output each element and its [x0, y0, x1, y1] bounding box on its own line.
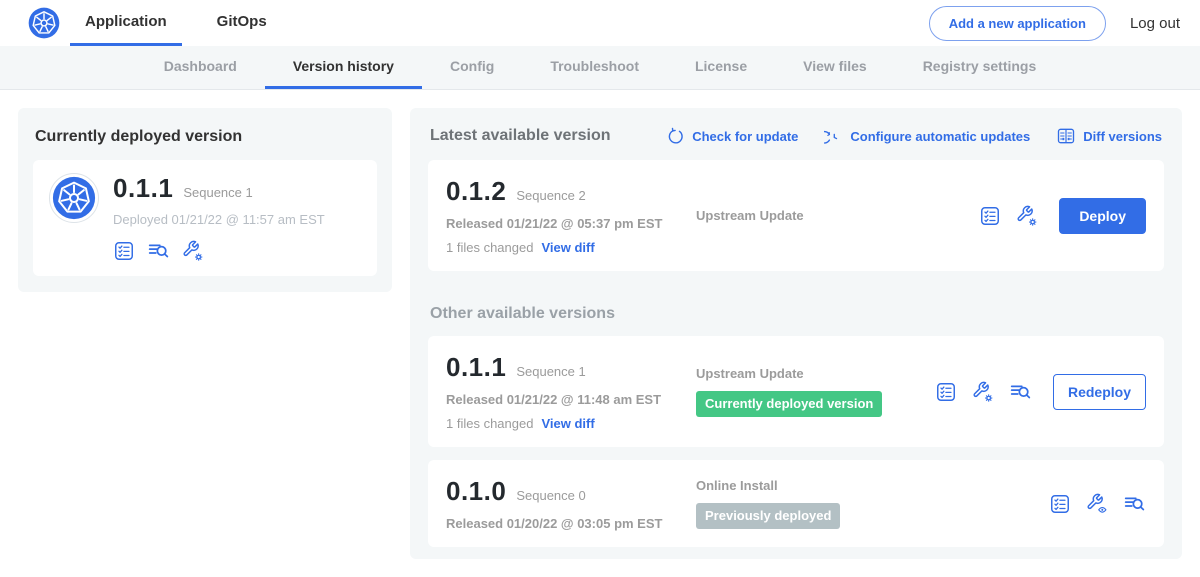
currently-deployed-title: Currently deployed version — [35, 128, 375, 146]
subnav-registry-settings[interactable]: Registry settings — [895, 46, 1065, 89]
view-logs-icon[interactable] — [147, 239, 170, 262]
version-source: Upstream Update — [696, 366, 935, 381]
available-versions-panel: Latest available version Check for updat… — [410, 108, 1182, 559]
redeploy-button[interactable]: Redeploy — [1053, 374, 1146, 410]
view-diff-link[interactable]: View diff — [541, 240, 594, 255]
version-history-page: Currently deployed version 0.1.1 Sequenc… — [0, 90, 1200, 577]
preflight-checks-icon[interactable] — [113, 240, 135, 262]
logout-link[interactable]: Log out — [1130, 15, 1180, 32]
tab-application-label: Application — [85, 13, 167, 30]
refresh-icon — [666, 127, 685, 146]
version-number: 0.1.1 — [446, 352, 506, 383]
check-for-update-link[interactable]: Check for update — [666, 127, 798, 146]
currently-deployed-badge: Currently deployed version — [696, 391, 882, 417]
other-available-header: Other available versions — [430, 305, 1162, 323]
configure-automatic-updates-link[interactable]: Configure automatic updates — [824, 127, 1030, 146]
kubernetes-app-icon — [49, 173, 99, 223]
subnav-license[interactable]: License — [667, 46, 775, 89]
version-number: 0.1.0 — [446, 476, 506, 507]
files-changed-label: 1 files changed — [446, 240, 533, 255]
version-row-0-1-2: 0.1.2 Sequence 2 Released 01/21/22 @ 05:… — [428, 160, 1164, 271]
released-timestamp: Released 01/21/22 @ 05:37 pm EST — [446, 216, 696, 231]
version-sequence: Sequence 2 — [516, 188, 585, 203]
subnav-version-history[interactable]: Version history — [265, 46, 422, 89]
currently-deployed-version: 0.1.1 Sequence 1 Deployed 01/21/22 @ 11:… — [33, 160, 377, 276]
deploy-button[interactable]: Deploy — [1059, 198, 1146, 234]
version-number: 0.1.2 — [446, 176, 506, 207]
add-new-application-button[interactable]: Add a new application — [929, 6, 1106, 41]
top-nav: Application GitOps Add a new application… — [0, 0, 1200, 46]
edit-config-icon[interactable] — [972, 381, 994, 403]
view-diff-link[interactable]: View diff — [541, 416, 594, 431]
diff-versions-link[interactable]: Diff versions — [1056, 126, 1162, 146]
tab-application[interactable]: Application — [70, 0, 182, 46]
kubernetes-logo-icon — [28, 7, 60, 39]
view-logs-icon[interactable] — [1009, 380, 1032, 403]
subnav-dashboard[interactable]: Dashboard — [136, 46, 265, 89]
subnav-troubleshoot[interactable]: Troubleshoot — [522, 46, 667, 89]
version-source: Upstream Update — [696, 208, 979, 223]
tab-gitops-label: GitOps — [217, 13, 267, 30]
released-timestamp: Released 01/21/22 @ 11:48 am EST — [446, 392, 696, 407]
view-logs-icon[interactable] — [1123, 492, 1146, 515]
version-source: Online Install — [696, 478, 1049, 493]
view-config-icon[interactable] — [1086, 493, 1108, 515]
preflight-checks-icon[interactable] — [1049, 493, 1071, 515]
latest-available-header: Latest available version — [430, 127, 611, 145]
preflight-checks-icon[interactable] — [935, 381, 957, 403]
version-row-0-1-1: 0.1.1 Sequence 1 Released 01/21/22 @ 11:… — [428, 336, 1164, 447]
edit-config-icon[interactable] — [1016, 205, 1038, 227]
preflight-checks-icon[interactable] — [979, 205, 1001, 227]
app-tabs: Application GitOps — [70, 0, 282, 46]
deployed-version-number: 0.1.1 — [113, 173, 173, 204]
version-row-0-1-0: 0.1.0 Sequence 0 Released 01/20/22 @ 03:… — [428, 460, 1164, 547]
deployed-sequence: Sequence 1 — [183, 185, 252, 200]
subnav-view-files[interactable]: View files — [775, 46, 895, 89]
schedule-update-icon — [824, 127, 843, 146]
edit-config-icon[interactable] — [182, 240, 204, 262]
previously-deployed-badge: Previously deployed — [696, 503, 840, 529]
app-subnav: Dashboard Version history Config Trouble… — [0, 46, 1200, 90]
currently-deployed-card: Currently deployed version 0.1.1 Sequenc… — [18, 108, 392, 292]
deployed-timestamp: Deployed 01/21/22 @ 11:57 am EST — [113, 212, 325, 227]
diff-versions-icon — [1056, 126, 1076, 146]
tab-gitops[interactable]: GitOps — [202, 0, 282, 46]
subnav-config[interactable]: Config — [422, 46, 522, 89]
version-sequence: Sequence 1 — [516, 364, 585, 379]
files-changed-label: 1 files changed — [446, 416, 533, 431]
version-sequence: Sequence 0 — [516, 488, 585, 503]
released-timestamp: Released 01/20/22 @ 03:05 pm EST — [446, 516, 696, 531]
